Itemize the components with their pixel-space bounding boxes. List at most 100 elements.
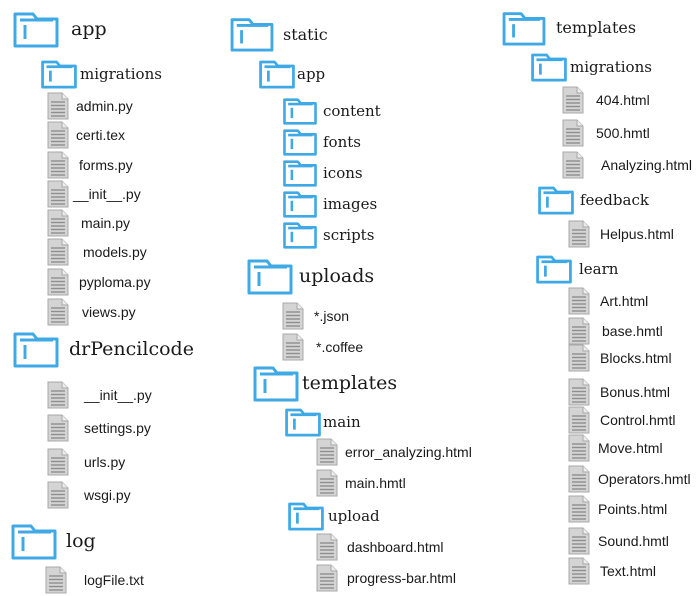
file-item[interactable]: 500.hmtl bbox=[562, 119, 700, 149]
folder-migrations-right[interactable]: migrations bbox=[531, 50, 681, 84]
file-item[interactable]: error_analyzing.html bbox=[316, 438, 516, 468]
file-label: Text.html bbox=[600, 563, 657, 579]
file-label: base.hmtl bbox=[602, 323, 663, 339]
file-item[interactable]: __init__.py bbox=[47, 381, 247, 411]
folder-static[interactable]: static bbox=[230, 14, 350, 54]
file-icon bbox=[316, 564, 338, 592]
file-label: views.py bbox=[82, 304, 136, 320]
file-icon bbox=[45, 566, 67, 594]
file-label: certi.tex bbox=[76, 127, 126, 143]
folder-feedback[interactable]: feedback bbox=[538, 183, 668, 217]
folder-learn[interactable]: learn bbox=[536, 252, 646, 286]
file-item[interactable]: base.hmtl bbox=[568, 317, 700, 347]
folder-label: main bbox=[323, 413, 361, 431]
folder-item[interactable]: content bbox=[283, 95, 403, 127]
file-item[interactable]: Operators.hmtl bbox=[568, 465, 700, 495]
folder-label: learn bbox=[579, 260, 619, 278]
folder-label: images bbox=[323, 195, 378, 213]
folder-templates-right[interactable]: templates bbox=[502, 8, 662, 48]
file-icon bbox=[568, 287, 590, 315]
file-item[interactable]: wsgi.py bbox=[47, 481, 247, 511]
file-label: admin.py bbox=[76, 98, 133, 114]
file-label: dashboard.html bbox=[347, 539, 444, 555]
folder-label: feedback bbox=[580, 191, 649, 209]
file-label: main.py bbox=[81, 215, 131, 231]
folder-label: icons bbox=[323, 164, 363, 182]
file-label: 404.html bbox=[596, 92, 650, 108]
file-item[interactable]: Blocks.html bbox=[568, 344, 700, 374]
file-item[interactable]: 404.html bbox=[562, 86, 700, 116]
folder-main[interactable]: main bbox=[285, 405, 385, 439]
folder-migrations[interactable]: migrations bbox=[41, 57, 191, 91]
file-item[interactable]: Bonus.html bbox=[568, 378, 700, 408]
file-item[interactable]: Points.html bbox=[568, 495, 700, 525]
folder-label: fonts bbox=[323, 133, 361, 151]
file-item[interactable]: pyploma.py bbox=[47, 268, 247, 298]
file-item[interactable]: progress-bar.html bbox=[316, 564, 516, 594]
folder-templates-middle[interactable]: templates bbox=[253, 362, 413, 404]
file-icon bbox=[568, 527, 590, 555]
file-item[interactable]: certi.tex bbox=[47, 121, 247, 151]
folder-label: app bbox=[71, 18, 107, 40]
file-icon bbox=[47, 238, 69, 266]
file-item[interactable]: Move.html bbox=[568, 434, 700, 464]
file-icon bbox=[47, 121, 69, 149]
file-item[interactable]: views.py bbox=[47, 298, 247, 328]
file-item[interactable]: dashboard.html bbox=[316, 533, 516, 563]
folder-label: templates bbox=[556, 18, 637, 37]
file-icon bbox=[568, 557, 590, 585]
file-item[interactable]: Helpus.html bbox=[568, 220, 700, 250]
file-item[interactable]: settings.py bbox=[47, 414, 247, 444]
file-label: settings.py bbox=[84, 420, 151, 436]
folder-label: migrations bbox=[570, 58, 652, 76]
folder-uploads[interactable]: uploads bbox=[247, 255, 387, 297]
folder-app[interactable]: app bbox=[13, 8, 153, 50]
file-item[interactable]: Art.html bbox=[568, 287, 700, 317]
file-label: models.py bbox=[83, 244, 147, 260]
folder-static-app[interactable]: app bbox=[259, 57, 359, 91]
folder-icon bbox=[536, 255, 572, 284]
file-item[interactable]: forms.py bbox=[47, 151, 247, 181]
folder-item[interactable]: icons bbox=[283, 157, 403, 189]
folder-icon bbox=[283, 222, 317, 249]
file-item[interactable]: models.py bbox=[47, 238, 247, 268]
file-icon bbox=[282, 302, 304, 330]
file-label: wsgi.py bbox=[84, 487, 131, 503]
folder-log[interactable]: log bbox=[11, 520, 131, 562]
folder-label: templates bbox=[302, 372, 398, 394]
file-item[interactable]: admin.py bbox=[47, 92, 247, 122]
folder-item[interactable]: scripts bbox=[283, 219, 403, 251]
file-item[interactable]: Control.hmtl bbox=[568, 406, 700, 436]
file-icon bbox=[316, 438, 338, 466]
folder-label: migrations bbox=[80, 65, 162, 83]
folder-label: drPencilcode bbox=[69, 338, 194, 360]
folder-item[interactable]: fonts bbox=[283, 126, 403, 158]
folder-label: upload bbox=[328, 507, 380, 525]
file-label: *.coffee bbox=[316, 339, 364, 355]
file-icon bbox=[568, 406, 590, 434]
file-item[interactable]: main.hmtl bbox=[316, 469, 516, 499]
folder-upload[interactable]: upload bbox=[288, 499, 398, 533]
file-item[interactable]: Analyzing.html bbox=[562, 151, 700, 181]
file-icon bbox=[47, 268, 69, 296]
file-icon bbox=[562, 86, 584, 114]
file-item[interactable]: *.coffee bbox=[282, 333, 482, 363]
file-item[interactable]: logFile.txt bbox=[45, 566, 245, 596]
folder-label: static bbox=[283, 25, 328, 44]
file-item[interactable]: __init__.py bbox=[47, 180, 247, 210]
file-label: main.hmtl bbox=[345, 475, 406, 491]
file-icon bbox=[282, 333, 304, 361]
file-item[interactable]: Text.html bbox=[568, 557, 700, 587]
file-icon bbox=[568, 465, 590, 493]
file-label: forms.py bbox=[79, 157, 133, 173]
file-label: __init__.py bbox=[73, 186, 141, 202]
folder-drpencilcode[interactable]: drPencilcode bbox=[13, 328, 213, 370]
file-item[interactable]: urls.py bbox=[47, 448, 247, 478]
folder-icon bbox=[531, 53, 567, 82]
file-item[interactable]: Sound.hmtl bbox=[568, 527, 700, 557]
folder-icon bbox=[11, 524, 57, 560]
file-item[interactable]: main.py bbox=[47, 209, 247, 239]
file-item[interactable]: *.json bbox=[282, 302, 482, 332]
folder-item[interactable]: images bbox=[283, 188, 403, 220]
file-icon bbox=[47, 481, 69, 509]
